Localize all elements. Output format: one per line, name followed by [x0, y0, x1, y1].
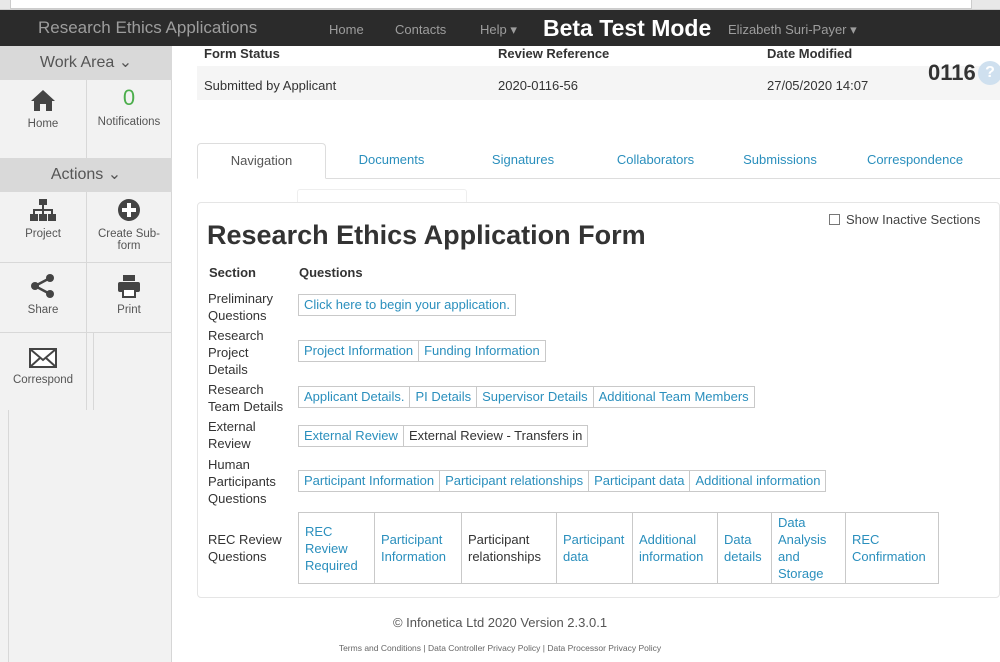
date-modified-header: Date Modified — [767, 46, 853, 61]
divider — [0, 332, 172, 333]
top-navbar: Research Ethics Applications Home Contac… — [0, 10, 1000, 46]
tab-signatures[interactable]: Signatures — [476, 143, 570, 179]
question-link[interactable]: Participant Information — [375, 513, 462, 583]
question-link[interactable]: Data details — [718, 513, 772, 583]
question-row: REC Review Required Participant Informat… — [298, 512, 939, 584]
question-link[interactable]: Click here to begin your application. — [299, 295, 515, 315]
question-row: Applicant Details. PI Details Supervisor… — [298, 386, 755, 408]
work-area-header[interactable]: Work Area ⌄ — [0, 46, 172, 80]
questions-column-header: Questions — [299, 265, 363, 280]
print-label: Print — [117, 304, 141, 316]
correspond-tile[interactable]: Correspond — [0, 348, 86, 386]
sitemap-icon — [30, 199, 56, 221]
show-inactive-label: Show Inactive Sections — [846, 212, 981, 227]
sidebar: Work Area ⌄ Home 0 Notifications Actions… — [0, 46, 172, 662]
question-inactive: External Review - Transfers in — [408, 428, 583, 443]
question-link[interactable]: Participant Information — [299, 471, 441, 491]
tab-correspondence[interactable]: Correspondence — [855, 143, 975, 179]
notifications-count: 0 — [122, 85, 136, 110]
home-icon — [31, 90, 55, 111]
section-name: Human Participants Questions — [208, 457, 276, 506]
question-link[interactable]: PI Details — [410, 387, 478, 407]
tab-submissions[interactable]: Submissions — [730, 143, 830, 179]
create-subform-label: Create Sub-form — [97, 228, 160, 252]
divider — [0, 262, 172, 263]
section-name: Research Project Details — [208, 328, 264, 377]
question-link[interactable]: Applicant Details. — [299, 387, 411, 407]
divider — [86, 80, 87, 158]
question-link[interactable]: REC Review Required — [299, 513, 375, 583]
question-link[interactable]: Additional information — [690, 471, 825, 491]
divider — [93, 332, 94, 410]
question-row: Project Information Funding Information — [298, 340, 546, 362]
section-name: External Review — [208, 419, 256, 451]
plus-circle-icon — [118, 199, 140, 221]
home-label: Home — [27, 118, 59, 130]
print-tile[interactable]: Print — [86, 274, 172, 316]
review-reference-header: Review Reference — [498, 46, 610, 61]
share-tile[interactable]: Share — [0, 274, 86, 316]
project-label: Project — [25, 228, 61, 240]
nav-help-menu[interactable]: Help ▾ — [480, 22, 517, 38]
print-icon — [118, 275, 140, 298]
question-link[interactable]: Project Information — [299, 341, 420, 361]
question-link[interactable]: Participant relationships — [440, 471, 590, 491]
question-link[interactable]: Participant data — [589, 471, 691, 491]
notifications-label: Notifications — [97, 116, 161, 128]
question-link[interactable]: Additional information — [633, 513, 718, 583]
create-subform-tile[interactable]: Create Sub-form — [86, 198, 172, 252]
copyright-text: © Infonetica Ltd 2020 Version 2.3.0.1 — [392, 615, 608, 630]
form-status-value: Submitted by Applicant — [204, 78, 337, 93]
tab-documents[interactable]: Documents — [344, 143, 439, 179]
nav-contacts-link[interactable]: Contacts — [395, 22, 446, 37]
envelope-icon — [29, 348, 57, 368]
question-link[interactable]: External Review — [299, 426, 404, 446]
project-tile[interactable]: Project — [0, 198, 86, 240]
form-status-table: Form Status Review Reference Date Modifi… — [197, 46, 1000, 102]
date-modified-value: 27/05/2020 14:07 — [767, 78, 869, 93]
show-inactive-checkbox[interactable] — [829, 214, 840, 225]
app-brand[interactable]: Research Ethics Applications — [38, 18, 257, 38]
help-icon[interactable]: ? — [978, 61, 1000, 85]
divider — [86, 192, 87, 410]
question-link[interactable]: Funding Information — [419, 341, 545, 361]
tab-navigation[interactable]: Navigation — [197, 143, 326, 179]
section-name: REC Review Questions — [208, 532, 282, 564]
section-column-header: Section — [209, 265, 256, 280]
browser-top-strip — [0, 0, 1000, 10]
section-name: Preliminary Questions — [208, 291, 274, 323]
tab-collaborators[interactable]: Collaborators — [598, 143, 713, 179]
question-row: Click here to begin your application. — [298, 294, 516, 316]
question-row: External Review External Review - Transf… — [298, 425, 589, 447]
question-link[interactable]: Data Analysis and Storage — [772, 513, 846, 583]
beta-mode-banner: Beta Test Mode — [543, 15, 712, 41]
form-title: Research Ethics Application Form — [207, 220, 646, 250]
section-name: Research Team Details — [208, 382, 284, 414]
form-status-header: Form Status — [204, 46, 280, 61]
home-tile[interactable]: Home — [0, 88, 86, 130]
question-link[interactable]: Participant data — [557, 513, 633, 583]
question-link[interactable]: Supervisor Details — [477, 387, 594, 407]
reference-short-id: 0116 — [928, 60, 976, 85]
correspond-label: Correspond — [12, 374, 74, 386]
share-label: Share — [27, 304, 59, 316]
nav-home-link[interactable]: Home — [329, 22, 364, 37]
question-link[interactable]: Additional Team Members — [594, 387, 754, 407]
notifications-tile[interactable]: 0 Notifications — [86, 85, 172, 129]
review-reference-value: 2020-0116-56 — [498, 78, 578, 93]
question-inactive: Participant relationships — [462, 513, 557, 583]
footer-links[interactable]: Terms and Conditions | Data Controller P… — [0, 643, 1000, 653]
question-row: Participant Information Participant rela… — [298, 470, 827, 492]
user-menu[interactable]: Elizabeth Suri-Payer ▾ — [728, 22, 857, 38]
actions-header[interactable]: Actions ⌄ — [0, 158, 172, 192]
question-link[interactable]: REC Confirmation — [846, 513, 938, 583]
show-inactive-toggle[interactable]: Show Inactive Sections — [829, 212, 980, 227]
share-icon — [31, 274, 54, 298]
address-bar-fragment — [10, 0, 972, 9]
